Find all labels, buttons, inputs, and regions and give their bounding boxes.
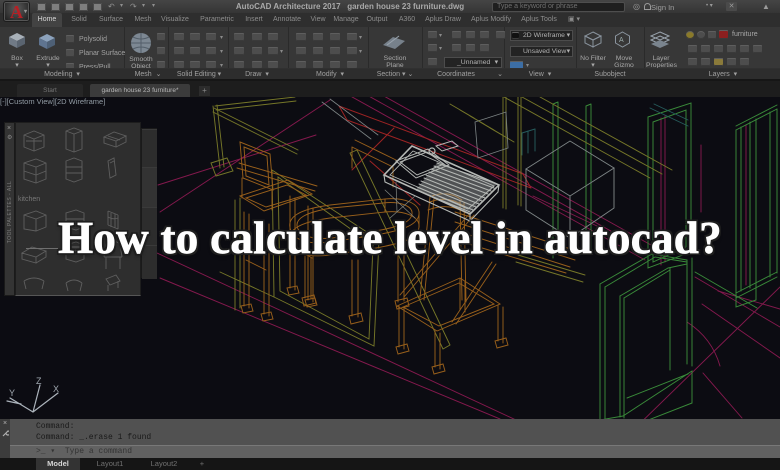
svg-text:A: A bbox=[619, 37, 624, 44]
svg-text:X: X bbox=[53, 384, 59, 394]
svg-text:Z: Z bbox=[36, 376, 42, 386]
svg-text:Y: Y bbox=[9, 388, 15, 398]
